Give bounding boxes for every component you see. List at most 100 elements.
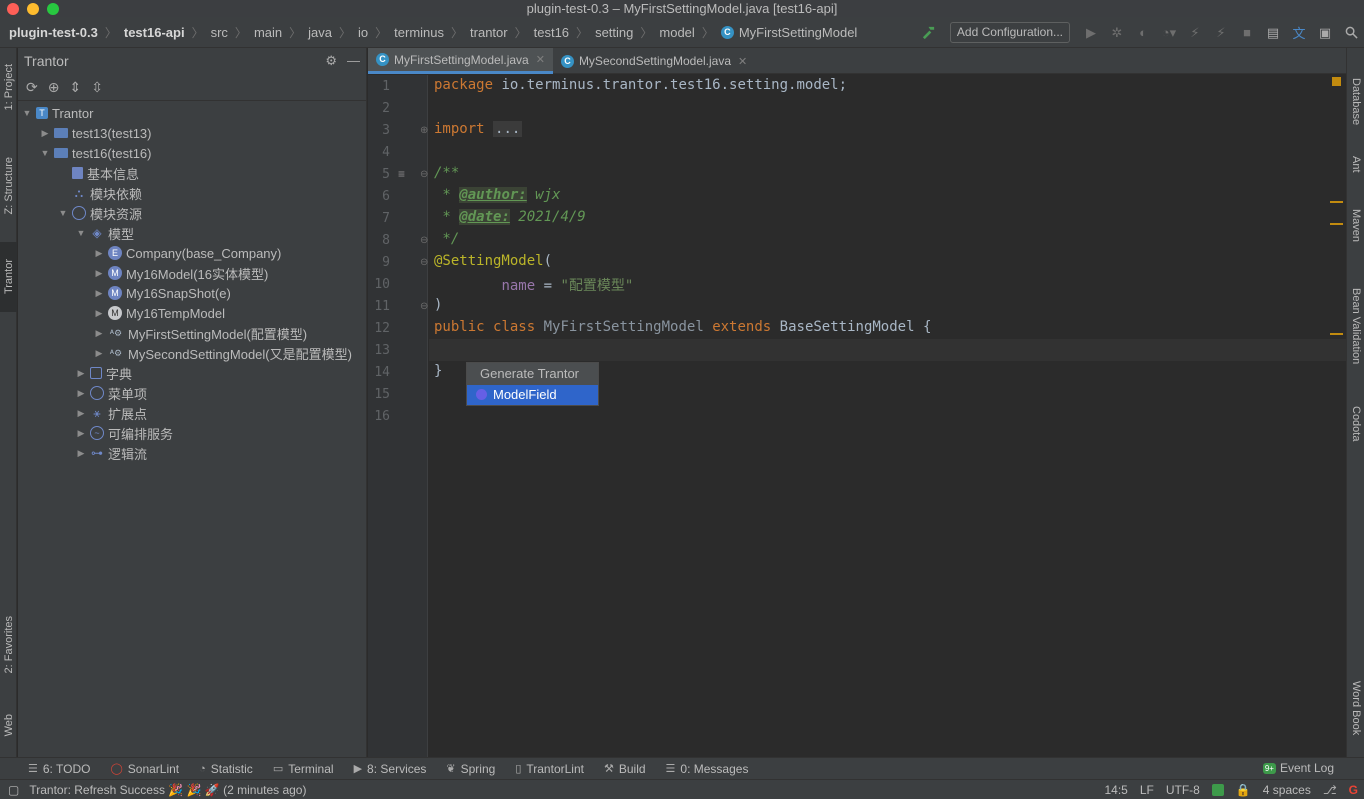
stop-icon[interactable]: ■ (1234, 17, 1260, 48)
tab-database[interactable]: Database (1347, 72, 1364, 132)
breadcrumb-item[interactable]: plugin-test-0.3 (9, 25, 98, 40)
minimize-icon[interactable]: — (347, 53, 360, 69)
tree-item[interactable]: ▼ test16(test16) (18, 143, 366, 163)
tree-item[interactable]: ▶ 字典 (18, 363, 366, 383)
codota-status-icon[interactable] (1211, 784, 1224, 796)
breadcrumb-item[interactable]: MyFirstSettingModel (739, 25, 857, 40)
breadcrumb-item[interactable]: trantor (470, 25, 508, 40)
tool-window-todo[interactable]: ☰ 6: TODO (28, 762, 90, 776)
tab-bean-validation[interactable]: Bean Validation (1347, 274, 1364, 378)
tree-item[interactable]: ▶ M My16SnapShot(e) (18, 283, 366, 303)
tool-window-spring[interactable]: ❦ Spring (446, 762, 495, 776)
presentation-mode-icon[interactable]: ▣ (1312, 17, 1338, 48)
tab-structure[interactable]: Z: Structure (0, 144, 17, 228)
tree-item[interactable]: ▼ ◈ 模型 (18, 223, 366, 243)
run-icon[interactable]: ▶ (1078, 17, 1104, 48)
warning-marker[interactable] (1332, 77, 1341, 86)
breadcrumb-item[interactable]: setting (595, 25, 633, 40)
lock-icon[interactable]: 🔒 (1236, 783, 1251, 797)
tree-item[interactable]: ▶ ⚹ 扩展点 (18, 403, 366, 423)
add-configuration-button[interactable]: Add Configuration... (949, 22, 1070, 43)
tab-trantor[interactable]: Trantor (0, 242, 17, 312)
expanded-arrow-icon[interactable]: ▼ (36, 148, 54, 158)
close-icon[interactable]: ✕ (536, 53, 545, 66)
close-window-button[interactable] (7, 3, 19, 15)
tree-item[interactable]: ▶ M My16TempModel (18, 303, 366, 323)
warning-marker[interactable] (1330, 333, 1343, 335)
expand-all-icon[interactable]: ⇕ (69, 79, 81, 96)
fold-icon[interactable]: ⊖ (420, 301, 428, 312)
line-separator[interactable]: LF (1140, 783, 1154, 797)
tree-item[interactable]: ▶ ᴬ⚙ MyFirstSettingModel(配置模型) (18, 323, 366, 343)
tree-item[interactable]: ▶ 菜单项 (18, 383, 366, 403)
collapsed-arrow-icon[interactable]: ▶ (90, 308, 108, 319)
indent-setting[interactable]: 4 spaces (1263, 783, 1311, 797)
hammer-icon[interactable] (916, 17, 942, 48)
refresh-icon[interactable]: ⟳ (26, 79, 38, 96)
debug-icon[interactable]: ✲ (1104, 17, 1130, 48)
tree-item[interactable]: ⛬ 模块依赖 (18, 183, 366, 203)
locate-icon[interactable]: ⊕ (48, 79, 60, 96)
tab-codota[interactable]: Codota (1347, 394, 1364, 454)
collapsed-arrow-icon[interactable]: ▶ (90, 348, 108, 359)
folded-imports[interactable]: ... (493, 121, 523, 137)
fold-icon[interactable]: ⊕ (420, 125, 428, 136)
tree-item[interactable]: ▶ ⊶ 逻辑流 (18, 443, 366, 463)
file-encoding[interactable]: UTF-8 (1166, 783, 1200, 797)
event-log-button[interactable]: 9+ Event Log (1262, 761, 1334, 775)
collapsed-arrow-icon[interactable]: ▶ (90, 248, 108, 259)
collapsed-arrow-icon[interactable]: ▶ (72, 408, 90, 419)
expanded-arrow-icon[interactable]: ▼ (72, 228, 90, 238)
translate-icon[interactable]: 文 (1286, 17, 1312, 48)
fold-icon[interactable]: ⊖ (420, 235, 428, 246)
tab-project[interactable]: 1: Project (0, 52, 17, 122)
expanded-arrow-icon[interactable]: ▼ (18, 108, 36, 118)
tool-window-trantorlint[interactable]: ▯ TrantorLint (515, 762, 584, 776)
tree-item[interactable]: ▶ M My16Model(16实体模型) (18, 263, 366, 283)
tree-item[interactable]: 基本信息 (18, 163, 366, 183)
tree-item[interactable]: ▶ ᴬ⚙ MySecondSettingModel(又是配置模型) (18, 343, 366, 363)
minimize-window-button[interactable] (27, 3, 39, 15)
collapsed-arrow-icon[interactable]: ▶ (90, 328, 108, 339)
collapse-all-icon[interactable]: ⇳ (91, 79, 103, 96)
attach-debugger-icon[interactable]: ⚡ (1182, 17, 1208, 48)
modelfield-menu-item[interactable]: ModelField (467, 385, 598, 405)
tab-myfirstsettingmodel[interactable]: C MyFirstSettingModel.java ✕ (368, 48, 553, 74)
layout-icon[interactable]: ▢ (0, 783, 19, 797)
status-message[interactable]: Trantor: Refresh Success 🎉 🎉 🚀 (2 minute… (19, 783, 306, 797)
search-icon[interactable] (1338, 17, 1364, 48)
tree-item[interactable]: ▼ 模块资源 (18, 203, 366, 223)
tree-item[interactable]: ▶ E Company(base_Company) (18, 243, 366, 263)
collapsed-arrow-icon[interactable]: ▶ (72, 368, 90, 379)
project-structure-icon[interactable]: ▤ (1260, 17, 1286, 48)
breadcrumb-item[interactable]: model (659, 25, 694, 40)
tool-window-terminal[interactable]: ▭ Terminal (273, 762, 334, 776)
tree-item[interactable]: ▶ ~ 可编排服务 (18, 423, 366, 443)
profile-icon[interactable]: ◔▾ (1156, 17, 1182, 48)
gear-icon[interactable]: ⚙ (325, 53, 337, 69)
zoom-window-button[interactable] (47, 3, 59, 15)
collapsed-arrow-icon[interactable]: ▶ (90, 288, 108, 299)
warning-marker[interactable] (1330, 201, 1343, 203)
doc-render-icon[interactable]: ≡ (398, 167, 405, 181)
tab-ant[interactable]: Ant (1347, 146, 1364, 182)
tab-word-book[interactable]: Word Book (1347, 668, 1364, 748)
collapsed-arrow-icon[interactable]: ▶ (90, 268, 108, 279)
breadcrumb-item[interactable]: java (308, 25, 332, 40)
breadcrumb-item[interactable]: terminus (394, 25, 444, 40)
git-icon[interactable]: ⎇ (1323, 783, 1337, 797)
breadcrumb-item[interactable]: io (358, 25, 368, 40)
coverage-icon[interactable]: ◐ (1130, 17, 1156, 48)
tool-window-messages[interactable]: ☰ 0: Messages (666, 762, 749, 776)
fold-icon[interactable]: ⊖ (420, 257, 428, 268)
tree-item[interactable]: ▼ T Trantor (18, 103, 366, 123)
tool-window-services[interactable]: ▶ 8: Services (354, 762, 427, 776)
tree-item[interactable]: ▶ test13(test13) (18, 123, 366, 143)
collapsed-arrow-icon[interactable]: ▶ (72, 448, 90, 459)
breadcrumb-item[interactable]: test16-api (124, 25, 185, 40)
code-editor[interactable]: package io.terminus.trantor.test16.setti… (429, 75, 1346, 757)
tab-mysecondsettingmodel[interactable]: C MySecondSettingModel.java ✕ (553, 48, 755, 74)
warning-marker[interactable] (1330, 223, 1343, 225)
rerun-icon[interactable]: ⚡ (1208, 17, 1234, 48)
tool-window-build[interactable]: ⚒ Build (604, 762, 646, 776)
